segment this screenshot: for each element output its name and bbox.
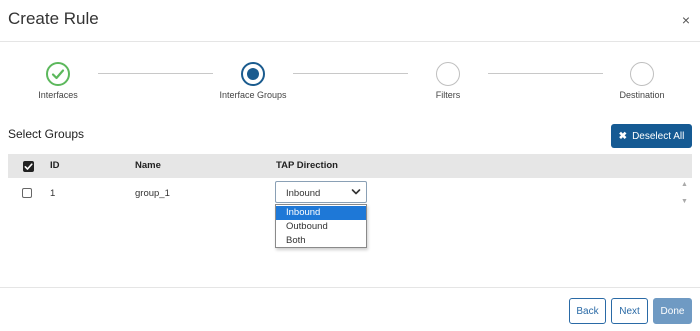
option-inbound[interactable]: Inbound — [276, 206, 366, 220]
close-button[interactable]: × — [682, 13, 690, 27]
step-label: Interface Groups — [219, 90, 287, 100]
scroll-down-icon[interactable]: ▼ — [681, 198, 688, 205]
column-header-tap-direction[interactable]: TAP Direction — [276, 160, 338, 171]
footer-divider — [0, 287, 700, 288]
deselect-all-label: Deselect All — [632, 130, 685, 142]
step-interface-groups[interactable]: Interface Groups — [193, 55, 313, 100]
pending-step-icon — [436, 62, 460, 86]
current-step-icon — [241, 62, 265, 86]
done-button[interactable]: Done — [653, 298, 692, 324]
table-header: ID Name TAP Direction — [8, 154, 692, 178]
column-header-name[interactable]: Name — [135, 160, 161, 171]
step-filters[interactable]: Filters — [388, 55, 508, 100]
cell-name: group_1 — [135, 188, 170, 199]
deselect-all-button[interactable]: ✖ Deselect All — [611, 124, 692, 148]
step-label: Filters — [435, 90, 461, 100]
option-outbound[interactable]: Outbound — [276, 220, 366, 234]
tap-direction-dropdown: Inbound Outbound Both — [275, 204, 367, 248]
pending-step-icon — [630, 62, 654, 86]
scroll-up-icon[interactable]: ▲ — [681, 181, 688, 188]
table-scrollbar[interactable]: ▲ ▼ — [678, 178, 692, 208]
step-label: Destination — [619, 90, 665, 100]
chevron-down-icon — [351, 189, 361, 195]
select-value: Inbound — [286, 188, 321, 199]
create-rule-dialog: Create Rule × Interfaces Interface Group… — [0, 0, 700, 331]
dialog-title: Create Rule — [8, 9, 99, 28]
completed-step-icon — [46, 62, 70, 86]
check-icon — [24, 163, 33, 170]
step-label: Interfaces — [38, 90, 78, 100]
select-all-checkbox[interactable] — [23, 161, 34, 172]
next-button[interactable]: Next — [611, 298, 648, 324]
cell-id: 1 — [50, 188, 56, 199]
dialog-header: Create Rule × — [0, 0, 700, 42]
wizard-stepper: Interfaces Interface Groups Filters Dest… — [0, 55, 700, 105]
column-header-id[interactable]: ID — [50, 160, 60, 171]
x-icon: ✖ — [618, 130, 628, 142]
option-both[interactable]: Both — [276, 234, 366, 248]
step-destination[interactable]: Destination — [582, 55, 700, 100]
section-title: Select Groups — [8, 127, 85, 141]
check-icon — [51, 69, 65, 80]
row-checkbox[interactable] — [22, 188, 32, 198]
tap-direction-select[interactable]: Inbound — [275, 181, 367, 203]
back-button[interactable]: Back — [569, 298, 606, 324]
step-interfaces[interactable]: Interfaces — [0, 55, 118, 100]
